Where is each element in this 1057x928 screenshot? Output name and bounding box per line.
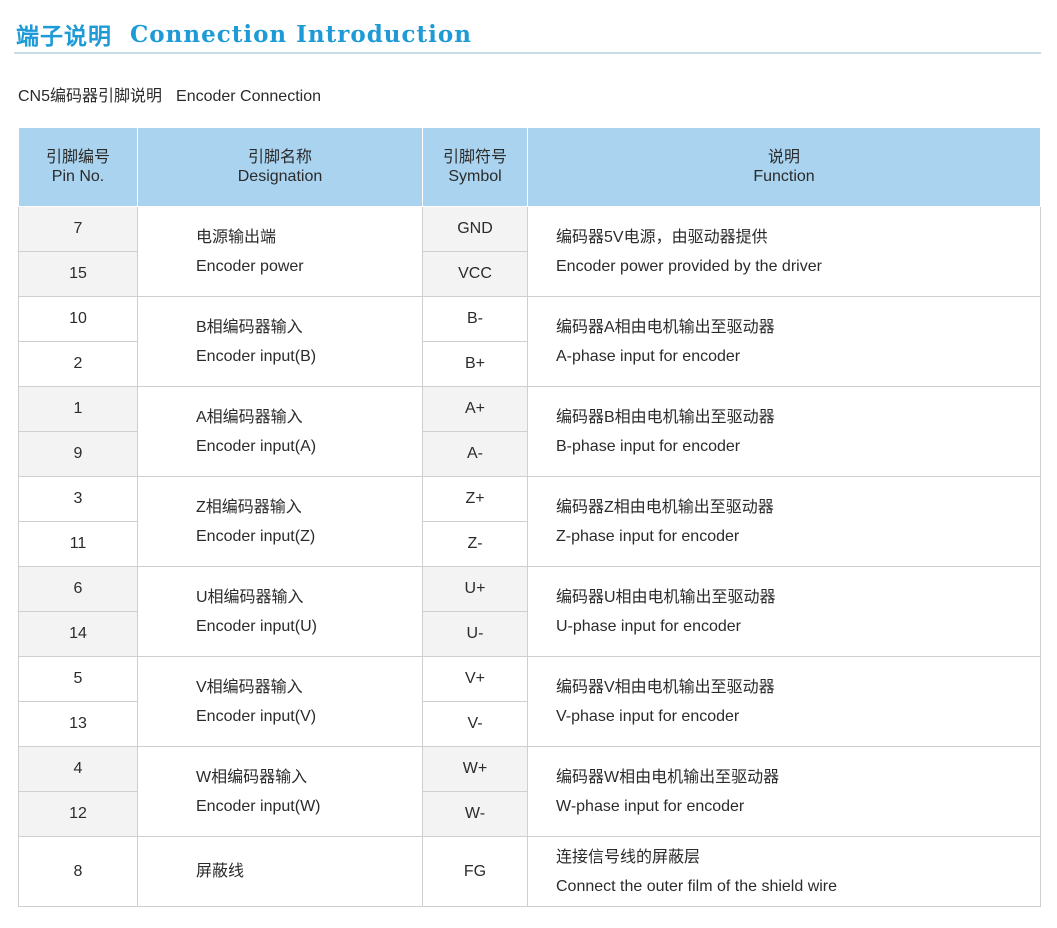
function-cell: 编码器A相由电机输出至驱动器 A-phase input for encoder [527, 296, 1041, 387]
section-label-en: Encoder Connection [176, 88, 321, 105]
symbol-cell: B- [422, 296, 528, 342]
section-label-cn: CN5编码器引脚说明 [18, 88, 163, 105]
page-title-cn: 端子说明 [16, 23, 112, 50]
title-divider [14, 52, 1041, 54]
table-row: 4 W相编码器输入 Encoder input(W) W+ 编码器W相由电机输出至… [18, 746, 1041, 837]
page-title: 端子说明 Connection Introduction [16, 14, 472, 54]
header-designation: 引脚名称 Designation [137, 127, 423, 207]
table-row: 6 U相编码器输入 Encoder input(U) U+ 编码器U相由电机输出至… [18, 566, 1041, 657]
pin-cell: 2 [18, 341, 138, 387]
table-row: 7 电源输出端 Encoder power GND 编码器5V电源，由驱动器提供 E… [18, 206, 1041, 297]
header-pin-no: 引脚编号 Pin No. [18, 127, 138, 207]
page-title-en: Connection Introduction [130, 20, 472, 48]
table-row: 3 Z相编码器输入 Encoder input(Z) Z+ 编码器Z相由电机输出至… [18, 476, 1041, 567]
pin-cell: 9 [18, 431, 138, 477]
table-header-row: 引脚编号 Pin No. 引脚名称 Designation 引脚符号 Symbol 说… [18, 127, 1041, 207]
pin-cell: 3 [18, 476, 138, 522]
symbol-cell: U+ [422, 566, 528, 612]
table-row: 10 B相编码器输入 Encoder input(B) B- 编码器A相由电机输出… [18, 296, 1041, 387]
pin-cell: 12 [18, 791, 138, 837]
designation-cell: 电源输出端 Encoder power [137, 206, 423, 297]
pin-cell: 14 [18, 611, 138, 657]
section-label: CN5编码器引脚说明 Encoder Connection [18, 82, 321, 106]
pin-cell: 11 [18, 521, 138, 567]
function-cell: 编码器Z相由电机输出至驱动器 Z-phase input for encoder [527, 476, 1041, 567]
pin-cell: 7 [18, 206, 138, 252]
function-cell: 编码器5V电源，由驱动器提供 Encoder power provided by … [527, 206, 1041, 297]
symbol-cell: VCC [422, 251, 528, 297]
symbol-cell: V- [422, 701, 528, 747]
symbol-cell: FG [422, 836, 528, 907]
symbol-cell: W+ [422, 746, 528, 792]
symbol-cell: V+ [422, 656, 528, 702]
table-row: 8 屏蔽线 FG 连接信号线的屏蔽层 Connect the outer film… [18, 836, 1041, 907]
designation-cell: 屏蔽线 [137, 836, 423, 907]
symbol-cell: U- [422, 611, 528, 657]
function-cell: 编码器U相由电机输出至驱动器 U-phase input for encoder [527, 566, 1041, 657]
designation-cell: U相编码器输入 Encoder input(U) [137, 566, 423, 657]
symbol-cell: W- [422, 791, 528, 837]
designation-cell: B相编码器输入 Encoder input(B) [137, 296, 423, 387]
header-function: 说明 Function [527, 127, 1041, 207]
table-row: 1 A相编码器输入 Encoder input(A) A+ 编码器B相由电机输出至… [18, 386, 1041, 477]
function-cell: 编码器V相由电机输出至驱动器 V-phase input for encoder [527, 656, 1041, 747]
pin-cell: 13 [18, 701, 138, 747]
symbol-cell: A- [422, 431, 528, 477]
pin-cell: 5 [18, 656, 138, 702]
designation-cell: A相编码器输入 Encoder input(A) [137, 386, 423, 477]
pin-cell: 4 [18, 746, 138, 792]
pin-cell: 10 [18, 296, 138, 342]
symbol-cell: A+ [422, 386, 528, 432]
function-cell: 编码器B相由电机输出至驱动器 B-phase input for encoder [527, 386, 1041, 477]
function-cell: 编码器W相由电机输出至驱动器 W-phase input for encoder [527, 746, 1041, 837]
designation-cell: W相编码器输入 Encoder input(W) [137, 746, 423, 837]
symbol-cell: B+ [422, 341, 528, 387]
header-symbol: 引脚符号 Symbol [422, 127, 528, 207]
pin-cell: 15 [18, 251, 138, 297]
table-row: 5 V相编码器输入 Encoder input(V) V+ 编码器V相由电机输出至… [18, 656, 1041, 747]
pin-cell: 8 [18, 836, 138, 907]
pin-cell: 6 [18, 566, 138, 612]
designation-cell: V相编码器输入 Encoder input(V) [137, 656, 423, 747]
symbol-cell: Z- [422, 521, 528, 567]
symbol-cell: GND [422, 206, 528, 252]
encoder-connection-table: 引脚编号 Pin No. 引脚名称 Designation 引脚符号 Symbol 说… [18, 127, 1041, 907]
designation-cell: Z相编码器输入 Encoder input(Z) [137, 476, 423, 567]
function-cell: 连接信号线的屏蔽层 Connect the outer film of the s… [527, 836, 1041, 907]
symbol-cell: Z+ [422, 476, 528, 522]
pin-cell: 1 [18, 386, 138, 432]
